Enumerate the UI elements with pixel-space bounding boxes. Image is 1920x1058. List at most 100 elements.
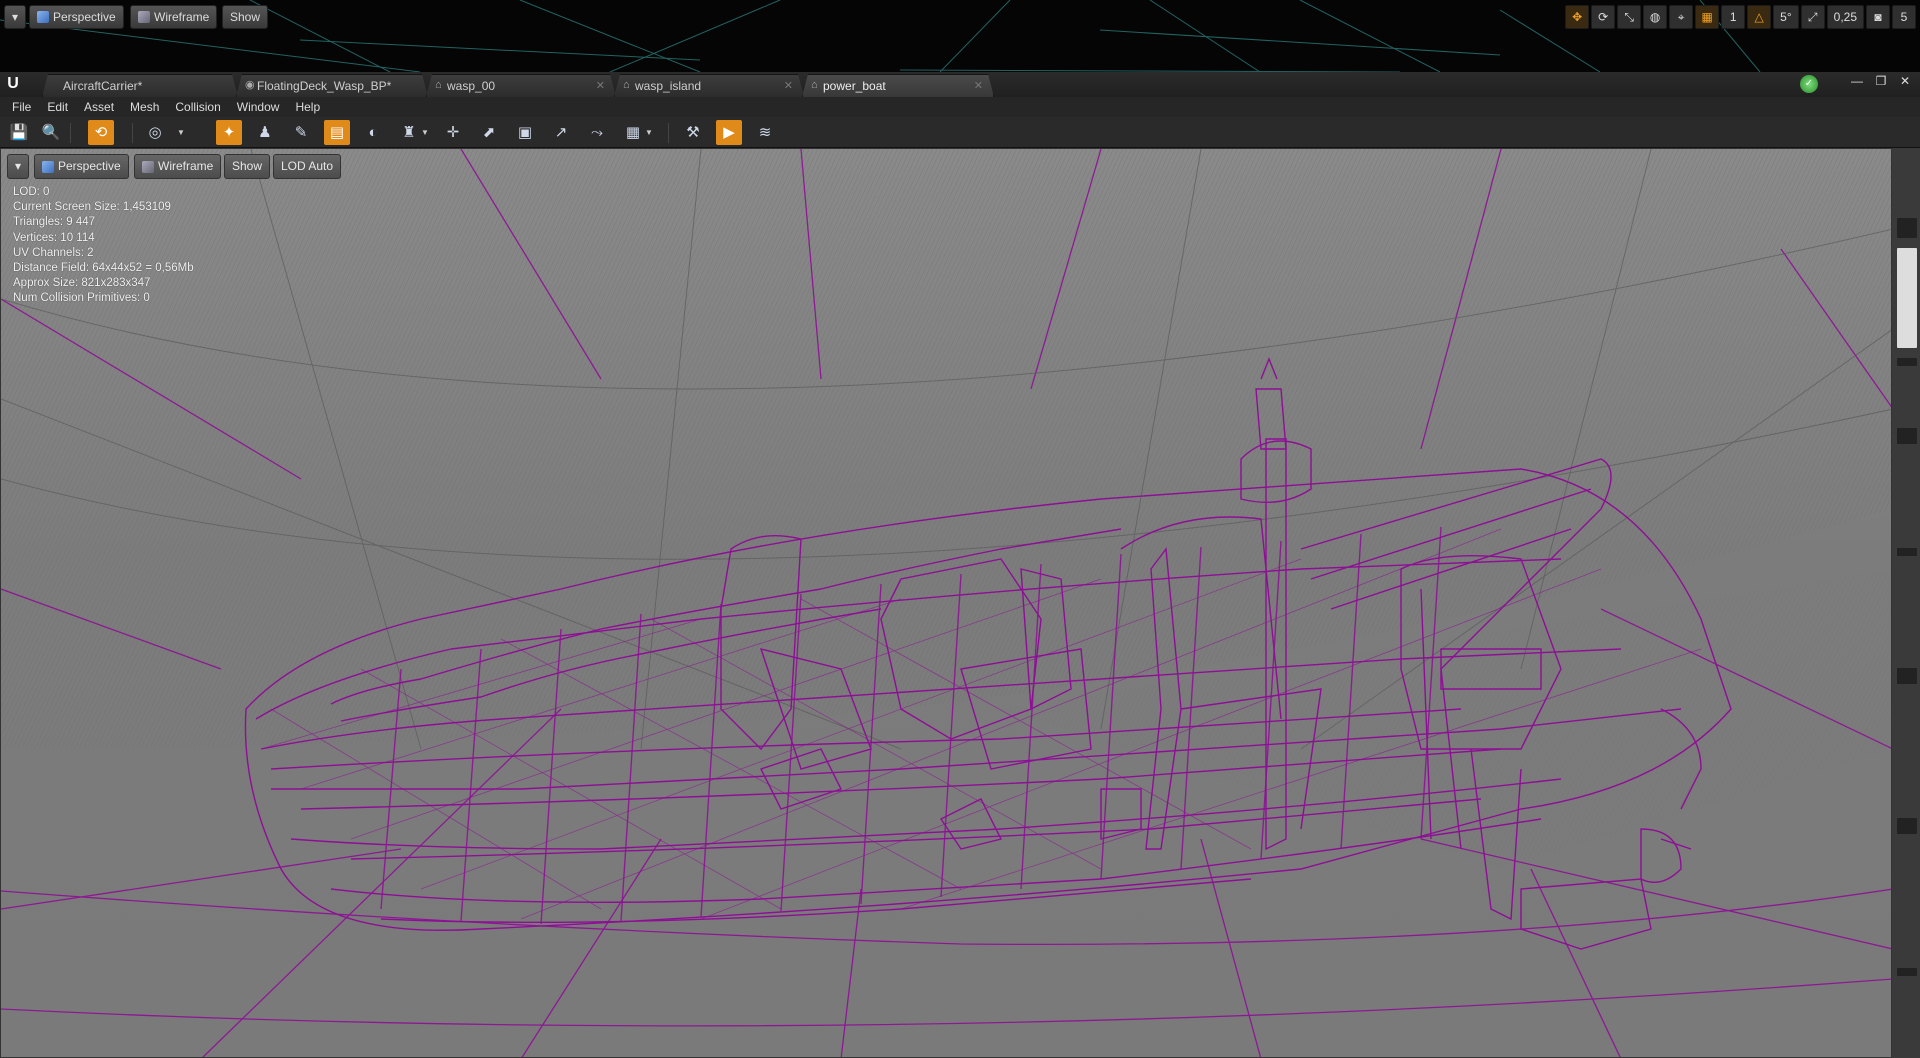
rotate-tool-icon[interactable]: ⟳ [1591,5,1616,29]
bg-perspective-button[interactable]: Perspective [29,5,124,29]
save-icon[interactable]: 💾 [6,120,32,145]
minimize-icon[interactable]: — [1846,72,1868,90]
perspective-icon [37,11,49,23]
perspective-button[interactable]: Perspective [34,154,129,179]
tab-wasp-island[interactable]: ⌂ wasp_island ✕ [614,74,804,97]
mesh-toolbar: 💾 🔍 ⟲ ◎ ▼ ✦ ♟ ✎ ▤ ◐ ♜ ▼ ✛ ⬈ ▣ ↗ ⤳ ▦ ▼ ⚒ … [0,117,1920,148]
bg-wireframe-button[interactable]: Wireframe [130,5,218,29]
static-mesh-icon: ⌂ [811,79,818,91]
static-mesh-icon: ⌂ [435,79,442,91]
rotation-snap-icon[interactable]: △ [1747,5,1772,29]
toggle-bounds-icon[interactable]: ◐ [360,120,386,145]
preview-scene-settings-icon[interactable]: ▶ [716,120,742,145]
bg-show-label: Show [230,10,261,24]
toggle-vertices-icon[interactable]: ♟ [252,120,278,145]
tab-label: wasp_00 [447,79,496,93]
close-tab-icon[interactable]: ✕ [784,75,793,97]
details-row [1897,818,1917,834]
wireframe-button[interactable]: Wireframe [134,154,222,179]
details-row [1897,548,1917,556]
menu-help[interactable]: Help [287,97,328,117]
close-window-icon[interactable]: ✕ [1894,72,1916,90]
menu-file[interactable]: File [4,97,39,117]
tab-power-boat[interactable]: ⌂ power_boat ✕ [802,74,994,97]
rotation-snap-value[interactable]: 5° [1773,5,1799,29]
grid-snap-icon[interactable]: ▦ [1695,5,1720,29]
stat-approx-size: Approx Size: 821x283x347 [13,277,151,290]
tab-aircraftcarrier[interactable]: AircraftCarrier* [42,74,238,97]
move-tool-icon[interactable]: ✥ [1565,5,1590,29]
toggle-uv-icon[interactable]: ▣ [512,120,538,145]
wireframe-label: Wireframe [158,159,214,173]
scale-tool-icon[interactable]: ⤡ [1617,5,1642,29]
viewport-options-dropdown[interactable]: ▾ [7,154,29,179]
tab-floatingdeck[interactable]: ◉ FloatingDeck_Wasp_BP* [236,74,428,97]
details-scroll-thumb[interactable] [1897,248,1917,348]
toggle-binormals-icon[interactable]: ⤳ [584,120,610,145]
toolbar-separator [132,123,133,143]
toggle-wireframe-icon[interactable]: ✦ [216,120,242,145]
grid-snap-value[interactable]: 1 [1721,5,1746,29]
tab-label: wasp_island [635,79,702,93]
toggle-collision-icon[interactable]: ♜ [396,120,422,145]
camera-dropdown-icon[interactable]: ▼ [176,120,186,145]
menu-collision[interactable]: Collision [167,97,228,117]
mesh-stats-overlay: LOD: 0 Current Screen Size: 1,453109 Tri… [13,185,194,307]
bg-perspective-label: Perspective [53,10,116,24]
details-scrollbar[interactable] [1897,218,1917,238]
scale-snap-value[interactable]: 0,25 [1826,5,1864,29]
details-panel-edge[interactable] [1892,148,1920,1058]
static-mesh-icon: ⌂ [623,79,630,91]
stat-triangles: Triangles: 9 447 [13,216,96,229]
toggle-additional-data-icon[interactable]: ▦ [620,120,646,145]
details-row [1897,358,1917,366]
camera-speed-value[interactable]: 5 [1892,5,1916,29]
toggle-pivot-icon[interactable]: ✛ [440,120,466,145]
wireframe-icon [142,160,154,173]
reimport-icon[interactable]: ⟲ [88,120,114,145]
unreal-logo-icon[interactable]: U [2,73,24,95]
browse-asset-icon[interactable]: 🔍 [38,120,64,145]
tab-wasp-00[interactable]: ⌂ wasp_00 ✕ [426,74,616,97]
blueprint-icon: ◉ [245,79,255,91]
bg-wireframe-label: Wireframe [154,10,210,24]
stat-lod: LOD: 0 [13,186,50,198]
toolbar-separator [668,123,669,143]
lod-auto-button[interactable]: LOD Auto [273,154,342,179]
bg-viewport-options-dropdown[interactable]: ▾ [4,5,26,29]
menu-mesh[interactable]: Mesh [122,97,167,117]
camera-icon[interactable]: ◎ [142,120,168,145]
stat-collision-primitives: Num Collision Primitives: 0 [13,292,150,305]
menu-window[interactable]: Window [229,97,288,117]
show-button[interactable]: Show [224,154,271,179]
settings-icon[interactable]: ⚒ [680,120,706,145]
camera-speed-icon[interactable]: ◙ [1866,5,1890,29]
collision-dropdown-icon[interactable]: ▼ [420,120,430,145]
toggle-normals-icon[interactable]: ✎ [288,120,314,145]
transform-toolbar: ✥ ⟳ ⤡ ◍ ⌖ ▦ 1 △ 5° ⤢ 0,25 ◙ 5 [1565,5,1916,29]
additional-data-dropdown-icon[interactable]: ▼ [644,120,654,145]
close-tab-icon[interactable]: ✕ [974,75,983,97]
layers-icon[interactable]: ≋ [752,120,778,145]
close-tab-icon[interactable]: ✕ [596,75,605,97]
toggle-tangents-icon[interactable]: ↗ [548,120,574,145]
scale-snap-icon[interactable]: ⤢ [1800,5,1825,29]
tab-label: AircraftCarrier* [63,79,143,93]
details-row [1897,968,1917,976]
menu-bar: File Edit Asset Mesh Collision Window He… [0,97,1920,117]
maximize-icon[interactable]: ❐ [1870,72,1892,90]
toolbar-separator [70,123,71,143]
wireframe-icon [138,11,150,23]
menu-edit[interactable]: Edit [39,97,76,117]
toggle-sockets-icon[interactable]: ⬈ [476,120,502,145]
world-space-icon[interactable]: ◍ [1643,5,1668,29]
tab-label: FloatingDeck_Wasp_BP* [257,79,392,93]
bg-show-button[interactable]: Show [222,5,269,29]
document-tab-bar: U AircraftCarrier* ◉ FloatingDeck_Wasp_B… [0,72,1920,97]
menu-asset[interactable]: Asset [76,97,122,117]
surface-snap-icon[interactable]: ⌖ [1669,5,1694,29]
mesh-viewport[interactable]: ▾ Perspective Wireframe Show LOD Auto LO… [0,148,1892,1058]
wireframe-scene [1,149,1891,1057]
toggle-grid-icon[interactable]: ▤ [324,120,350,145]
source-control-icon[interactable]: ✓ [1800,75,1818,93]
